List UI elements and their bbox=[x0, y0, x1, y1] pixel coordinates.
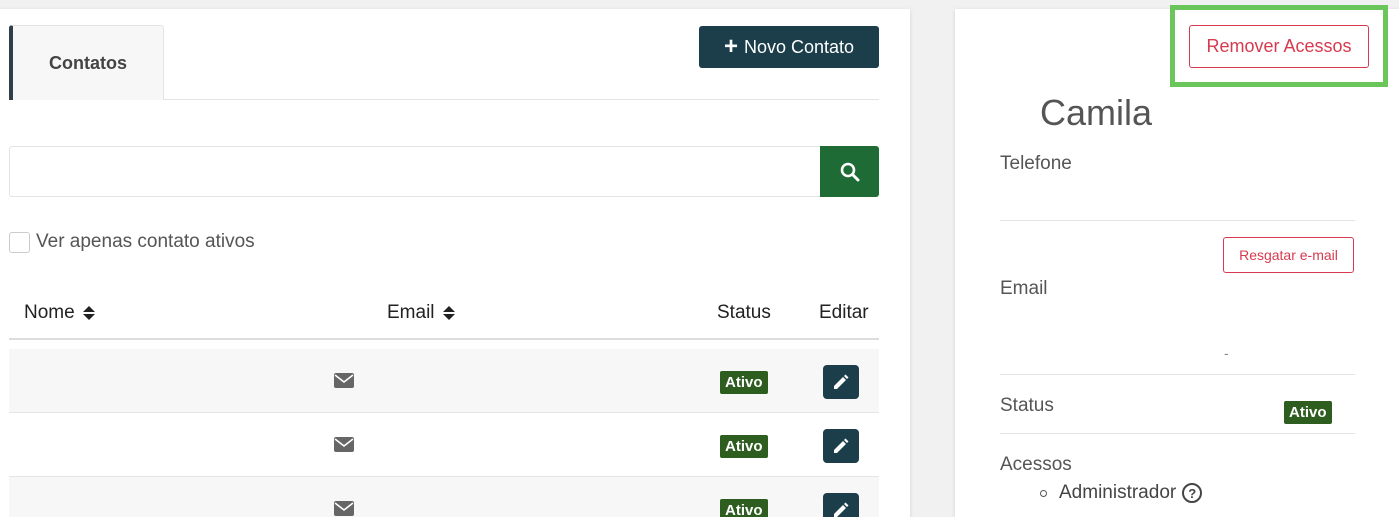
column-header-status: Status bbox=[717, 302, 771, 324]
column-header-edit: Editar bbox=[819, 302, 869, 324]
edit-button[interactable] bbox=[823, 493, 859, 517]
active-only-label: Ver apenas contato ativos bbox=[36, 231, 255, 252]
table-row: Ativo bbox=[9, 413, 879, 477]
status-badge: Ativo bbox=[1284, 401, 1332, 424]
status-badge: Ativo bbox=[720, 435, 768, 458]
divider bbox=[1000, 374, 1355, 375]
bullet bbox=[1040, 489, 1047, 497]
active-only-checkbox[interactable] bbox=[9, 231, 30, 253]
search-button[interactable] bbox=[820, 146, 879, 197]
rescue-email-button[interactable]: Resgatar e-mail bbox=[1223, 237, 1354, 273]
divider bbox=[1000, 220, 1355, 221]
new-contact-button[interactable]: + Novo Contato bbox=[699, 26, 879, 68]
edit-button[interactable] bbox=[823, 365, 859, 399]
table-row: Ativo bbox=[9, 349, 879, 413]
pencil-icon bbox=[834, 438, 849, 453]
pencil-icon bbox=[834, 374, 849, 389]
phone-label: Telefone bbox=[1000, 153, 1072, 174]
remove-access-button[interactable]: Remover Acessos bbox=[1189, 25, 1369, 68]
status-label: Status bbox=[1000, 395, 1054, 416]
column-header-name[interactable]: Nome bbox=[24, 302, 95, 324]
search-input[interactable] bbox=[9, 146, 821, 197]
plus-icon: + bbox=[723, 33, 738, 60]
email-label: Email bbox=[1000, 278, 1048, 299]
access-item-label: Administrador bbox=[1059, 482, 1177, 503]
pencil-icon bbox=[834, 502, 849, 517]
sort-icon bbox=[82, 306, 95, 320]
contact-name: Camila bbox=[1040, 92, 1153, 133]
column-header-email[interactable]: Email bbox=[387, 302, 455, 324]
column-header-edit-label: Editar bbox=[819, 302, 869, 323]
help-icon[interactable]: ? bbox=[1182, 483, 1203, 503]
table-header-divider bbox=[9, 338, 879, 340]
new-contact-label: Novo Contato bbox=[743, 36, 855, 57]
column-header-email-label: Email bbox=[387, 302, 435, 323]
email-value: - bbox=[1224, 345, 1229, 361]
column-header-name-label: Nome bbox=[24, 302, 75, 323]
divider bbox=[1000, 433, 1355, 434]
tab-divider bbox=[164, 99, 879, 100]
status-badge: Ativo bbox=[720, 371, 768, 394]
table-row: Ativo bbox=[9, 477, 879, 517]
mail-icon[interactable] bbox=[334, 373, 354, 388]
column-header-status-label: Status bbox=[717, 302, 771, 323]
access-label: Acessos bbox=[1000, 454, 1072, 475]
search-icon bbox=[840, 162, 859, 181]
tab-contacts-label: Contatos bbox=[49, 52, 127, 73]
access-item: Administrador ? bbox=[1040, 482, 1203, 504]
edit-button[interactable] bbox=[823, 429, 859, 463]
sort-icon bbox=[442, 306, 455, 320]
mail-icon[interactable] bbox=[334, 501, 354, 516]
status-badge: Ativo bbox=[720, 499, 768, 517]
active-only-filter[interactable]: Ver apenas contato ativos bbox=[9, 231, 255, 253]
mail-icon[interactable] bbox=[334, 437, 354, 452]
tab-contacts[interactable]: Contatos bbox=[9, 25, 164, 100]
